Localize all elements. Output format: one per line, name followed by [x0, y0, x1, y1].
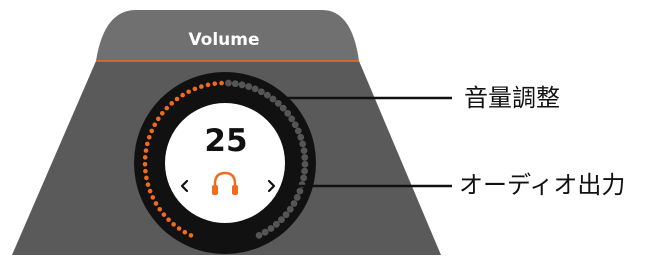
- audio-output-label: オーディオ出力: [459, 171, 626, 199]
- level-dot-inactive: [282, 211, 290, 219]
- level-dot-inactive: [294, 127, 302, 135]
- level-dot-active: [188, 233, 194, 238]
- level-dot-inactive: [279, 104, 287, 112]
- volume-value: 25: [204, 123, 247, 159]
- level-dot-inactive: [301, 160, 309, 168]
- level-dot-inactive: [301, 167, 308, 175]
- level-dot-inactive: [300, 174, 307, 182]
- level-dot-active: [186, 89, 191, 95]
- level-dot-inactive: [301, 154, 309, 161]
- volume-annotation-figure: Volume 25 音量調整 オーディオ出力: [0, 0, 658, 255]
- level-dot-inactive: [225, 79, 232, 87]
- level-dot-inactive: [255, 231, 263, 239]
- level-dot-inactive: [251, 85, 259, 93]
- level-dot-inactive: [274, 99, 282, 107]
- level-dot-active: [157, 206, 163, 212]
- level-dot-active: [145, 182, 151, 187]
- level-dot-inactive: [267, 225, 275, 232]
- level-dot-inactive: [245, 83, 253, 90]
- level-dot-active: [152, 122, 158, 128]
- level-dot-inactive: [293, 194, 301, 201]
- level-dot-active: [142, 161, 148, 167]
- level-dot-inactive: [291, 121, 299, 129]
- level-dot-active: [199, 84, 204, 89]
- level-dot-active: [155, 116, 161, 122]
- level-dot-active: [205, 82, 211, 88]
- volume-panel-graphic: Volume 25: [12, 10, 452, 255]
- level-dot-active: [143, 168, 148, 174]
- level-dot-inactive: [238, 81, 246, 89]
- level-dot-active: [149, 128, 155, 134]
- level-dot-active: [166, 217, 171, 223]
- level-dot-inactive: [257, 88, 265, 96]
- level-dot-active: [143, 148, 149, 153]
- level-dot-active: [161, 212, 167, 217]
- level-dot-inactive: [299, 140, 307, 148]
- level-dot-inactive: [261, 228, 269, 236]
- dial-inner-face: [165, 103, 285, 223]
- level-dot-active: [160, 111, 165, 116]
- level-dot-inactive: [272, 220, 280, 228]
- level-dot-inactive: [297, 133, 305, 141]
- level-dot-inactive: [300, 147, 308, 155]
- level-dot-active: [174, 96, 180, 102]
- volume-adjust-label: 音量調整: [464, 84, 560, 112]
- level-dot-inactive: [269, 95, 277, 103]
- level-dot-inactive: [284, 109, 292, 117]
- level-dot-inactive: [290, 200, 298, 207]
- level-dot-active: [192, 86, 198, 92]
- level-dot-active: [182, 229, 188, 235]
- level-dot-active: [150, 195, 156, 200]
- level-dot-active: [142, 155, 148, 160]
- level-dot-inactive: [263, 91, 271, 99]
- level-dot-inactive: [231, 80, 239, 88]
- level-dot-active: [145, 141, 150, 147]
- level-dot-active: [212, 81, 218, 86]
- level-dot-active: [147, 188, 153, 194]
- level-dot-inactive: [288, 115, 296, 123]
- level-dot-inactive: [296, 187, 304, 195]
- panel-title: Volume: [188, 30, 259, 50]
- level-dot-active: [146, 134, 152, 140]
- level-dot-active: [144, 175, 149, 181]
- level-dot-inactive: [278, 216, 285, 224]
- level-dot-active: [169, 101, 175, 106]
- level-dot-active: [219, 80, 224, 86]
- level-dot-active: [164, 105, 170, 111]
- level-dot-active: [153, 201, 159, 206]
- level-dot-active: [180, 92, 185, 98]
- level-dot-inactive: [286, 205, 294, 213]
- level-dot-active: [171, 222, 176, 227]
- level-dot-active: [176, 226, 182, 231]
